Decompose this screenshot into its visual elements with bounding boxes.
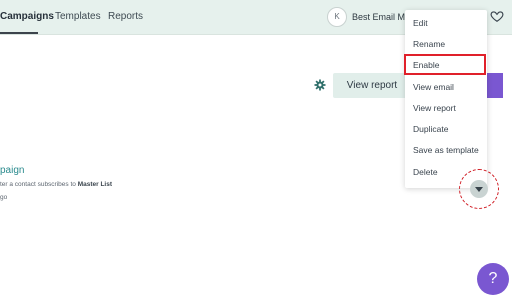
view-report-button[interactable]: View report	[333, 73, 411, 98]
heart-icon[interactable]	[490, 9, 504, 23]
menu-item-view-report[interactable]: View report	[413, 103, 456, 113]
avatar[interactable]: K	[327, 7, 347, 27]
dropdown-circle-annotation	[459, 169, 499, 209]
menu-item-rename[interactable]: Rename	[413, 39, 445, 49]
menu-item-duplicate[interactable]: Duplicate	[413, 124, 448, 134]
menu-item-view-email[interactable]: View email	[413, 82, 454, 92]
enable-highlight-annotation	[404, 54, 486, 75]
menu-item-edit[interactable]: Edit	[413, 18, 428, 28]
campaign-actions-menu: Edit Rename Enable View email View repor…	[405, 10, 487, 188]
campaign-trigger-text: ter a contact subscribes to	[0, 181, 78, 188]
campaign-trigger-description: ter a contact subscribes to Master List	[0, 181, 112, 188]
tab-templates[interactable]: Templates	[55, 11, 101, 22]
campaign-title[interactable]: paign	[0, 165, 24, 176]
campaign-trigger-list: Master List	[77, 181, 113, 188]
campaign-subtext: go	[0, 194, 8, 201]
account-name[interactable]: Best Email Mar	[352, 12, 412, 22]
gear-icon[interactable]	[314, 79, 326, 91]
menu-item-save-as-template[interactable]: Save as template	[413, 145, 479, 155]
menu-item-delete[interactable]: Delete	[413, 167, 438, 177]
active-tab-indicator	[0, 32, 38, 34]
tab-campaigns[interactable]: Campaigns	[0, 11, 54, 22]
help-icon[interactable]: ?	[477, 263, 509, 295]
tab-reports[interactable]: Reports	[108, 11, 143, 22]
